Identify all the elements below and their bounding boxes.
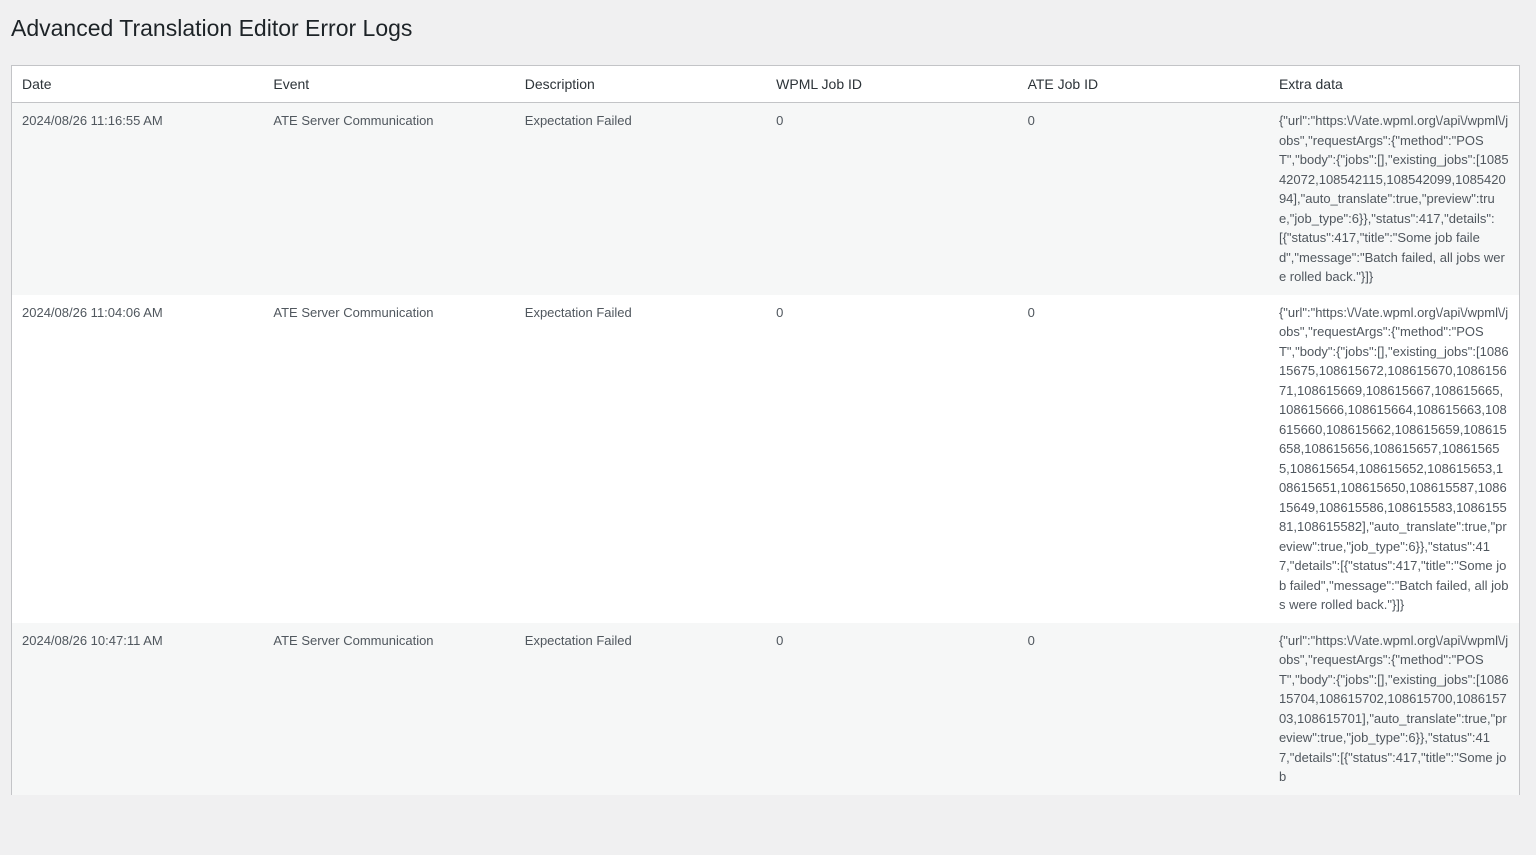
- column-header-date: Date: [12, 66, 264, 103]
- cell-description: Expectation Failed: [514, 294, 767, 623]
- cell-extra-data: {"url":"https:\/\/ate.wpml.org\/api\/wpm…: [1268, 102, 1519, 295]
- column-header-description: Description: [514, 66, 767, 103]
- cell-event: ATE Server Communication: [263, 622, 515, 795]
- page-title: Advanced Translation Editor Error Logs: [11, 15, 413, 41]
- table-row: 2024/08/26 10:47:11 AM ATE Server Commun…: [12, 622, 1519, 795]
- cell-date: 2024/08/26 10:47:11 AM: [12, 622, 264, 795]
- column-header-event: Event: [263, 66, 515, 103]
- cell-extra-data: {"url":"https:\/\/ate.wpml.org\/api\/wpm…: [1268, 294, 1519, 623]
- column-header-wpml-job-id: WPML Job ID: [766, 66, 1018, 103]
- cell-wpml-job-id: 0: [766, 622, 1018, 795]
- cell-event: ATE Server Communication: [263, 294, 515, 623]
- cell-ate-job-id: 0: [1017, 102, 1269, 295]
- column-header-extra-data: Extra data: [1268, 66, 1519, 103]
- cell-description: Expectation Failed: [514, 102, 767, 295]
- error-log-table: Date Event Description WPML Job ID ATE J…: [11, 65, 1520, 795]
- table-header-row: Date Event Description WPML Job ID ATE J…: [12, 66, 1519, 103]
- cell-ate-job-id: 0: [1017, 622, 1269, 795]
- cell-date: 2024/08/26 11:16:55 AM: [12, 102, 264, 295]
- cell-description: Expectation Failed: [514, 622, 767, 795]
- cell-event: ATE Server Communication: [263, 102, 515, 295]
- cell-wpml-job-id: 0: [766, 294, 1018, 623]
- cell-date: 2024/08/26 11:04:06 AM: [12, 294, 264, 623]
- table-row: 2024/08/26 11:04:06 AM ATE Server Commun…: [12, 294, 1519, 623]
- column-header-ate-job-id: ATE Job ID: [1017, 66, 1269, 103]
- table-row: 2024/08/26 11:16:55 AM ATE Server Commun…: [12, 102, 1519, 295]
- cell-extra-data: {"url":"https:\/\/ate.wpml.org\/api\/wpm…: [1268, 622, 1519, 795]
- cell-wpml-job-id: 0: [766, 102, 1018, 295]
- cell-ate-job-id: 0: [1017, 294, 1269, 623]
